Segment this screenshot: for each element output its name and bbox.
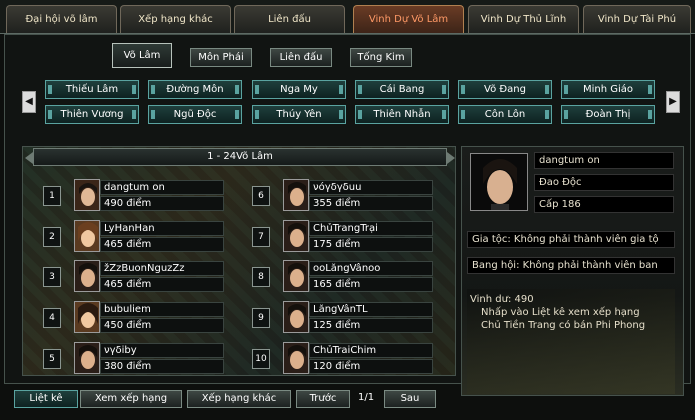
faction-nga-my[interactable]: Nga My bbox=[252, 80, 346, 99]
player-score: 120 điểm bbox=[309, 359, 433, 374]
player-score: 380 điểm bbox=[100, 359, 224, 374]
player-name: LăngVânTL bbox=[309, 302, 433, 317]
hint-text: Chủ Tiền Trang có bán Phi Phong bbox=[481, 320, 646, 331]
player-name: ooLăngVânoo bbox=[309, 261, 433, 276]
profile-level: Cấp 186 bbox=[534, 196, 674, 213]
subtab-vo-lam[interactable]: Võ Lâm bbox=[112, 43, 172, 68]
profile-guild: Bang hội: Không phải thành viên ban bbox=[467, 257, 675, 274]
ranking-panel: 1 - 24Võ Lâm 1 dangtum on 490 điểm 2 LyH… bbox=[22, 146, 456, 376]
player-score: 450 điểm bbox=[100, 318, 224, 333]
hint-text: Nhấp vào Liệt kê xem xếp hạng bbox=[481, 307, 640, 318]
rank-number: 7 bbox=[252, 227, 270, 247]
tab-dai-hoi-vo-lam[interactable]: Đại hội võ lâm bbox=[6, 5, 117, 33]
profile-portrait bbox=[470, 153, 528, 211]
profile-family: Gia tộc: Không phải thành viên gia tộ bbox=[467, 231, 675, 248]
player-name: dangtum on bbox=[100, 180, 224, 195]
player-score: 125 điểm bbox=[309, 318, 433, 333]
prev-button[interactable]: Trước bbox=[296, 390, 350, 408]
tab-vinh-du-vo-lam[interactable]: Vinh Dự Võ Lâm bbox=[353, 5, 464, 33]
rank-number: 4 bbox=[43, 308, 61, 328]
avatar bbox=[74, 260, 100, 292]
profile-name: dangtum on bbox=[534, 152, 674, 169]
player-name: LyHanHan bbox=[100, 221, 224, 236]
rank-number: 1 bbox=[43, 186, 61, 206]
top-tab-bar: Đại hội võ lâm Xếp hạng khác Liên đấu Vi… bbox=[0, 0, 695, 34]
ranking-entry[interactable]: 1 dangtum on 490 điểm bbox=[43, 179, 224, 213]
ranking-entry[interactable]: 6 νόγδγδuu 355 điểm bbox=[252, 179, 433, 213]
faction-vo-dang[interactable]: Võ Đang bbox=[458, 80, 552, 99]
rank-number: 5 bbox=[43, 349, 61, 369]
honor-text: Vinh dư: 490 bbox=[470, 294, 534, 305]
profile-description: Vinh dư: 490 Nhấp vào Liệt kê xem xếp hạ… bbox=[467, 289, 675, 394]
faction-thien-nhan[interactable]: Thiên Nhẫn bbox=[355, 105, 449, 124]
rank-number: 2 bbox=[43, 227, 61, 247]
faction-con-lon[interactable]: Côn Lôn bbox=[458, 105, 552, 124]
scroll-right-button[interactable]: ▶ bbox=[666, 91, 680, 113]
ranking-entry[interactable]: 10 ChủTraiChim 120 điểm bbox=[252, 342, 433, 375]
page-indicator: 1/1 bbox=[358, 392, 375, 403]
player-score: 465 điểm bbox=[100, 237, 224, 252]
tab-vinh-du-tai-phu[interactable]: Vinh Dự Tài Phú bbox=[583, 5, 691, 33]
ranking-entry[interactable]: 3 žZzBuonNguzZz 465 điểm bbox=[43, 260, 224, 294]
view-rank-button[interactable]: Xem xếp hạng bbox=[80, 390, 182, 408]
scroll-left-button[interactable]: ◀ bbox=[22, 91, 36, 113]
faction-ngu-doc[interactable]: Ngũ Độc bbox=[148, 105, 242, 124]
avatar bbox=[74, 301, 100, 333]
subtab-tong-kim[interactable]: Tống Kim bbox=[350, 48, 412, 67]
faction-doan-thi[interactable]: Đoàn Thị bbox=[561, 105, 655, 124]
rank-number: 3 bbox=[43, 267, 61, 287]
next-button[interactable]: Sau bbox=[384, 390, 436, 408]
ranking-entry[interactable]: 4 bubuliem 450 điểm bbox=[43, 301, 224, 335]
faction-duong-mon[interactable]: Đường Môn bbox=[148, 80, 242, 99]
avatar bbox=[74, 179, 100, 211]
player-score: 490 điểm bbox=[100, 196, 224, 211]
player-name: ChủTraiChim bbox=[309, 343, 433, 358]
ranking-header: 1 - 24Võ Lâm bbox=[25, 148, 455, 166]
rank-number: 9 bbox=[252, 308, 270, 328]
ranking-entry[interactable]: 2 LyHanHan 465 điểm bbox=[43, 220, 224, 254]
faction-thuy-yen[interactable]: Thúy Yên bbox=[252, 105, 346, 124]
subtab-mon-phai[interactable]: Môn Phái bbox=[190, 48, 252, 67]
avatar bbox=[74, 220, 100, 252]
ranking-entry[interactable]: 5 νγδiby 380 điểm bbox=[43, 342, 224, 375]
avatar bbox=[283, 220, 309, 252]
player-name: žZzBuonNguzZz bbox=[100, 261, 224, 276]
player-name: bubuliem bbox=[100, 302, 224, 317]
tab-vinh-du-thu-linh[interactable]: Vinh Dự Thủ Lĩnh bbox=[468, 5, 579, 33]
player-name: νγδiby bbox=[100, 343, 224, 358]
player-score: 355 điểm bbox=[309, 196, 433, 211]
player-score: 175 điểm bbox=[309, 237, 433, 252]
player-name: ChủTrangTrại bbox=[309, 221, 433, 236]
subtab-lien-dau[interactable]: Liên đấu bbox=[270, 48, 332, 67]
avatar bbox=[283, 342, 309, 374]
faction-thien-vuong[interactable]: Thiên Vương bbox=[45, 105, 139, 124]
rank-number: 6 bbox=[252, 186, 270, 206]
rank-number: 10 bbox=[252, 349, 270, 369]
rank-number: 8 bbox=[252, 267, 270, 287]
avatar bbox=[283, 179, 309, 211]
profile-faction: Đao Độc bbox=[534, 174, 674, 191]
player-score: 165 điểm bbox=[309, 277, 433, 292]
list-button[interactable]: Liệt kê bbox=[14, 390, 78, 408]
faction-cai-bang[interactable]: Cái Bang bbox=[355, 80, 449, 99]
player-score: 465 điểm bbox=[100, 277, 224, 292]
tab-xep-hang-khac[interactable]: Xếp hạng khác bbox=[120, 5, 231, 33]
player-name: νόγδγδuu bbox=[309, 180, 433, 195]
faction-thieu-lam[interactable]: Thiếu Lâm bbox=[45, 80, 139, 99]
ranking-entry[interactable]: 7 ChủTrangTrại 175 điểm bbox=[252, 220, 433, 254]
other-rank-button[interactable]: Xếp hạng khác bbox=[187, 390, 291, 408]
faction-minh-giao[interactable]: Minh Giáo bbox=[561, 80, 655, 99]
avatar bbox=[283, 301, 309, 333]
avatar bbox=[283, 260, 309, 292]
ranking-entry[interactable]: 8 ooLăngVânoo 165 điểm bbox=[252, 260, 433, 294]
ranking-entry[interactable]: 9 LăngVânTL 125 điểm bbox=[252, 301, 433, 335]
tab-lien-dau[interactable]: Liên đấu bbox=[234, 5, 345, 33]
avatar bbox=[74, 342, 100, 374]
